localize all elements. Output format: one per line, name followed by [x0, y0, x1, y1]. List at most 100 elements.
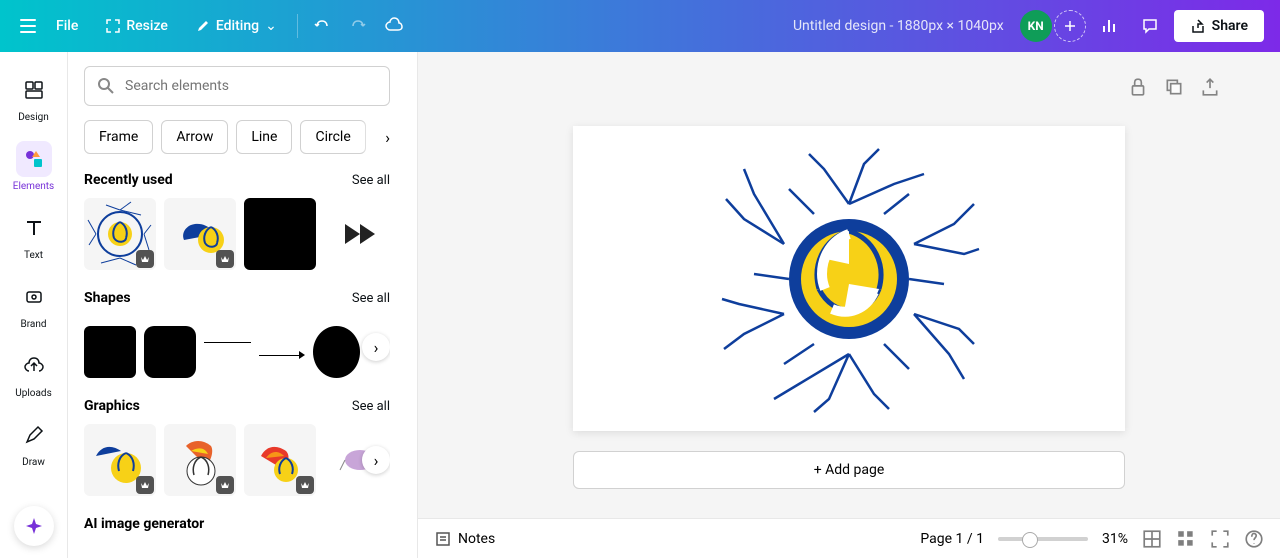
graphics-title: Graphics	[84, 398, 140, 414]
top-bar-right: Untitled design - 1880px × 1040px KN Sha…	[793, 10, 1264, 42]
document-title[interactable]: Untitled design - 1880px × 1040px	[793, 18, 1004, 34]
shape-arrow[interactable]	[259, 345, 306, 365]
shapes-header: Shapes See all	[84, 290, 390, 306]
volleyball-crack-graphic[interactable]	[714, 144, 984, 414]
canvas-area: + Add page Notes Page 1 / 1 31%	[418, 52, 1280, 558]
uploads-icon	[23, 355, 45, 377]
export-icon[interactable]	[1200, 77, 1220, 97]
rail-design[interactable]: Design	[4, 64, 64, 131]
file-menu-button[interactable]: File	[44, 12, 90, 40]
canvas-toolbar	[418, 52, 1280, 122]
top-bar: File Resize Editing Untitled design - 18…	[0, 0, 1280, 52]
share-button[interactable]: Share	[1174, 10, 1264, 42]
cloud-sync-icon[interactable]	[378, 10, 410, 42]
shape-rounded-square[interactable]	[144, 326, 196, 378]
editing-mode-button[interactable]: Editing	[184, 12, 289, 40]
pill-frame[interactable]: Frame	[84, 120, 153, 154]
top-bar-left: File Resize Editing	[16, 10, 785, 42]
recent-thumb-1[interactable]	[84, 198, 156, 270]
rail-brand[interactable]: Brand	[4, 271, 64, 338]
bottom-bar: Notes Page 1 / 1 31%	[418, 518, 1280, 558]
category-pills: Frame Arrow Line Circle Sq	[84, 120, 390, 154]
shapes-scroll-right[interactable]	[362, 333, 390, 361]
rail-text[interactable]: Text	[4, 202, 64, 269]
rail-uploads-label: Uploads	[15, 388, 51, 399]
text-icon	[23, 217, 45, 239]
resize-label: Resize	[126, 18, 168, 34]
comment-button[interactable]	[1134, 10, 1166, 42]
draw-icon	[23, 424, 45, 446]
zoom-slider[interactable]	[998, 537, 1088, 541]
grid-view-icon[interactable]	[1142, 529, 1162, 549]
elements-panel: Frame Arrow Line Circle Sq Recently used…	[68, 52, 406, 558]
search-field[interactable]	[125, 78, 377, 94]
pro-badge-icon	[296, 476, 314, 494]
resize-icon	[106, 19, 120, 33]
lock-icon[interactable]	[1128, 77, 1148, 97]
pill-circle[interactable]: Circle	[300, 120, 365, 154]
pills-scroll-right[interactable]	[362, 120, 390, 154]
rail-elements[interactable]: Elements	[4, 133, 64, 200]
recently-used-see-all[interactable]: See all	[352, 173, 390, 188]
resize-button[interactable]: Resize	[94, 12, 180, 40]
graphic-thumb-1[interactable]	[84, 424, 156, 496]
fullscreen-icon[interactable]	[1210, 529, 1230, 549]
chevron-right-icon	[385, 128, 390, 147]
pro-badge-icon	[216, 476, 234, 494]
sparkle-icon	[23, 515, 45, 537]
chevron-right-icon	[374, 338, 379, 357]
pencil-icon	[196, 19, 210, 33]
duplicate-page-icon[interactable]	[1164, 77, 1184, 97]
shape-circle[interactable]	[313, 326, 360, 378]
chevron-right-icon	[374, 451, 379, 470]
elements-icon	[23, 148, 45, 170]
graphics-header: Graphics See all	[84, 398, 390, 414]
pill-arrow[interactable]: Arrow	[161, 120, 228, 154]
insights-button[interactable]	[1094, 10, 1126, 42]
magic-button[interactable]	[14, 506, 54, 546]
ai-generator-title: AI image generator	[84, 516, 390, 532]
graphics-see-all[interactable]: See all	[352, 399, 390, 414]
graphic-thumb-2[interactable]	[164, 424, 236, 496]
canvas-viewport[interactable]: + Add page	[418, 122, 1280, 518]
rail-draw[interactable]: Draw	[4, 409, 64, 476]
recently-used-header: Recently used See all	[84, 172, 390, 188]
notes-icon	[434, 530, 452, 548]
help-icon[interactable]	[1244, 529, 1264, 549]
redo-button[interactable]	[342, 10, 374, 42]
avatar[interactable]: KN	[1020, 10, 1052, 42]
pro-badge-icon	[136, 250, 154, 268]
shapes-title: Shapes	[84, 290, 131, 306]
search-icon	[97, 77, 115, 95]
panel-collapse-handle[interactable]	[406, 52, 418, 558]
recently-used-row	[84, 198, 390, 270]
recent-thumb-3[interactable]	[244, 198, 316, 270]
pro-badge-icon	[136, 476, 154, 494]
rail-uploads[interactable]: Uploads	[4, 340, 64, 407]
add-member-button[interactable]	[1054, 10, 1086, 42]
thumbnail-view-icon[interactable]	[1176, 529, 1196, 549]
shape-line[interactable]	[204, 342, 251, 343]
graphic-thumb-3[interactable]	[244, 424, 316, 496]
pill-line[interactable]: Line	[236, 120, 292, 154]
editing-label: Editing	[216, 18, 259, 34]
rail-brand-label: Brand	[20, 319, 46, 330]
hamburger-menu-icon[interactable]	[16, 14, 40, 38]
notes-button[interactable]: Notes	[434, 530, 495, 548]
design-page[interactable]	[573, 126, 1125, 431]
chevron-down-icon	[265, 18, 277, 34]
recently-used-title: Recently used	[84, 172, 173, 188]
shapes-see-all[interactable]: See all	[352, 291, 390, 306]
shape-square[interactable]	[84, 326, 136, 378]
graphics-scroll-right[interactable]	[362, 446, 390, 474]
undo-button[interactable]	[306, 10, 338, 42]
zoom-value[interactable]: 31%	[1102, 531, 1128, 547]
recent-thumb-2[interactable]	[164, 198, 236, 270]
design-icon	[23, 79, 45, 101]
side-rail: Design Elements Text Brand Uploads Draw	[0, 52, 68, 558]
page-indicator[interactable]: Page 1 / 1	[920, 531, 984, 547]
recent-thumb-4[interactable]	[324, 198, 390, 270]
add-page-button[interactable]: + Add page	[573, 451, 1125, 489]
brand-icon	[23, 286, 45, 308]
search-elements-input[interactable]	[84, 66, 390, 106]
